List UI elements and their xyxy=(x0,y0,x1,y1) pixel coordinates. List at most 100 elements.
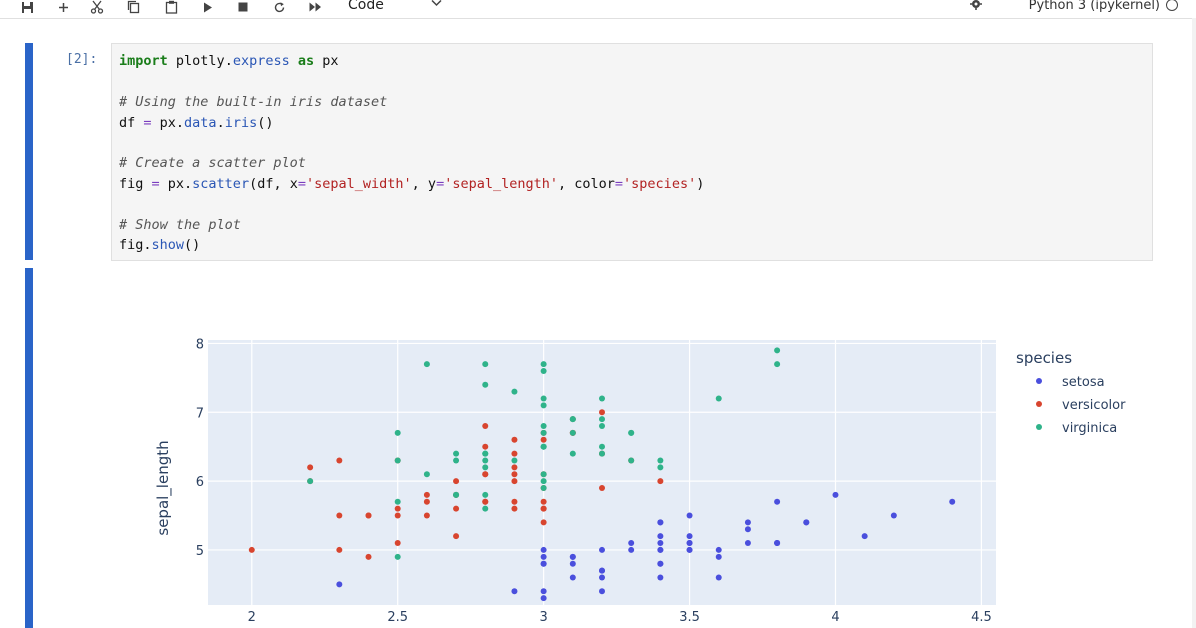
legend-marker xyxy=(1036,378,1042,384)
data-point-virginica xyxy=(599,395,605,402)
data-point-virginica xyxy=(482,381,489,388)
x-tick-label: 3.5 xyxy=(679,610,700,625)
kernel-name[interactable]: Python 3 (ipykernel) xyxy=(1029,0,1160,13)
cell-prompt: [2]: xyxy=(66,52,98,67)
code-token: fig xyxy=(119,176,152,192)
legend[interactable]: setosa versicolor virginica xyxy=(1036,375,1126,436)
data-point-virginica xyxy=(540,395,547,402)
code-line: df = px.data.iris() xyxy=(119,115,273,131)
data-point-setosa xyxy=(657,540,664,547)
code-token: fig. xyxy=(119,237,152,253)
legend-item-label[interactable]: virginica xyxy=(1062,421,1117,436)
data-point-versicolor xyxy=(482,471,489,478)
output-selection-bar[interactable] xyxy=(25,268,33,628)
data-point-virginica xyxy=(569,450,576,457)
data-point-versicolor xyxy=(423,512,430,519)
add-cell-icon[interactable] xyxy=(54,0,72,16)
data-point-virginica xyxy=(715,395,722,402)
save-icon[interactable] xyxy=(18,0,36,16)
stop-icon[interactable] xyxy=(234,0,252,16)
code-token: = xyxy=(151,176,160,192)
data-point-setosa xyxy=(715,574,722,581)
data-point-setosa xyxy=(744,540,751,547)
code-editor[interactable]: import plotly.express as px # Using the … xyxy=(111,43,1153,261)
data-point-setosa xyxy=(686,540,693,547)
data-point-setosa xyxy=(861,533,868,540)
data-point-versicolor xyxy=(511,498,518,505)
copy-icon[interactable] xyxy=(124,0,142,16)
legend-marker xyxy=(1036,401,1042,407)
code-token: = xyxy=(143,115,152,131)
data-point-virginica xyxy=(599,416,605,423)
restart-icon[interactable] xyxy=(270,0,288,16)
data-point-virginica xyxy=(540,361,547,368)
legend-item-label[interactable]: setosa xyxy=(1062,375,1105,390)
data-point-setosa xyxy=(686,540,693,547)
data-point-setosa xyxy=(686,533,693,540)
fast-forward-icon[interactable] xyxy=(306,0,324,16)
paste-icon[interactable] xyxy=(162,0,180,16)
code-token: () xyxy=(257,115,274,131)
data-point-setosa xyxy=(511,588,518,595)
data-point-versicolor xyxy=(365,553,372,560)
data-point-virginica xyxy=(482,450,489,457)
scrollbar-track[interactable] xyxy=(1192,18,1196,628)
data-point-versicolor xyxy=(511,450,518,457)
data-point-versicolor xyxy=(307,478,314,485)
y-tick-label: 5 xyxy=(196,544,204,559)
data-point-virginica xyxy=(569,416,576,423)
data-point-virginica xyxy=(394,457,401,464)
data-point-virginica xyxy=(394,553,401,560)
data-point-setosa xyxy=(540,546,547,553)
notebook-toolbar: Code Python 3 (ipykernel) xyxy=(0,0,1196,19)
data-point-setosa xyxy=(686,546,693,553)
data-point-virginica xyxy=(540,402,547,409)
code-line: fig = px.scatter(df, x='sepal_width', y=… xyxy=(119,176,704,192)
data-point-setosa xyxy=(949,498,956,505)
data-point-setosa xyxy=(774,540,781,547)
data-point-versicolor xyxy=(482,423,489,430)
code-token: 'sepal_width' xyxy=(306,176,412,192)
data-point-setosa xyxy=(774,540,781,547)
data-point-virginica xyxy=(628,457,635,464)
data-point-versicolor xyxy=(511,478,518,485)
data-point-setosa xyxy=(744,526,751,533)
data-point-versicolor xyxy=(482,498,489,505)
data-point-virginica xyxy=(569,429,576,436)
legend-marker xyxy=(1036,424,1042,430)
cut-icon[interactable] xyxy=(88,0,106,16)
code-token: express xyxy=(232,53,290,69)
cell-type-label: Code xyxy=(348,0,384,13)
code-token: import xyxy=(119,53,168,69)
run-icon[interactable] xyxy=(199,0,217,16)
x-tick-label: 4.5 xyxy=(971,610,992,625)
data-point-versicolor xyxy=(394,505,401,512)
data-point-setosa xyxy=(599,567,605,574)
x-axis-ticks: 2 2.5 3 3.5 4 4.5 xyxy=(248,610,992,625)
data-point-versicolor xyxy=(482,443,489,450)
cell-selection-bar[interactable] xyxy=(25,43,33,260)
data-point-virginica xyxy=(657,457,664,464)
code-token: , y xyxy=(411,176,437,192)
code-token: px xyxy=(314,53,339,69)
data-point-versicolor xyxy=(511,436,518,443)
data-point-versicolor xyxy=(365,512,372,519)
data-point-setosa xyxy=(540,595,547,602)
data-point-versicolor xyxy=(599,484,605,491)
gear-icon[interactable] xyxy=(970,0,982,14)
data-point-versicolor xyxy=(394,540,401,547)
legend-item-label[interactable]: versicolor xyxy=(1062,398,1126,413)
cell-type-select[interactable]: Code xyxy=(340,0,448,16)
data-point-versicolor xyxy=(394,457,401,464)
data-point-setosa xyxy=(686,512,693,519)
data-point-versicolor xyxy=(569,416,576,423)
x-tick-label: 2 xyxy=(248,610,256,625)
data-point-virginica xyxy=(774,347,781,354)
data-point-setosa xyxy=(715,553,722,560)
code-token: , color xyxy=(558,176,615,192)
data-point-setosa xyxy=(569,553,576,560)
data-point-versicolor xyxy=(365,512,372,519)
code-token: data xyxy=(184,115,217,131)
data-point-versicolor xyxy=(540,505,547,512)
legend-title: species xyxy=(1016,349,1072,367)
